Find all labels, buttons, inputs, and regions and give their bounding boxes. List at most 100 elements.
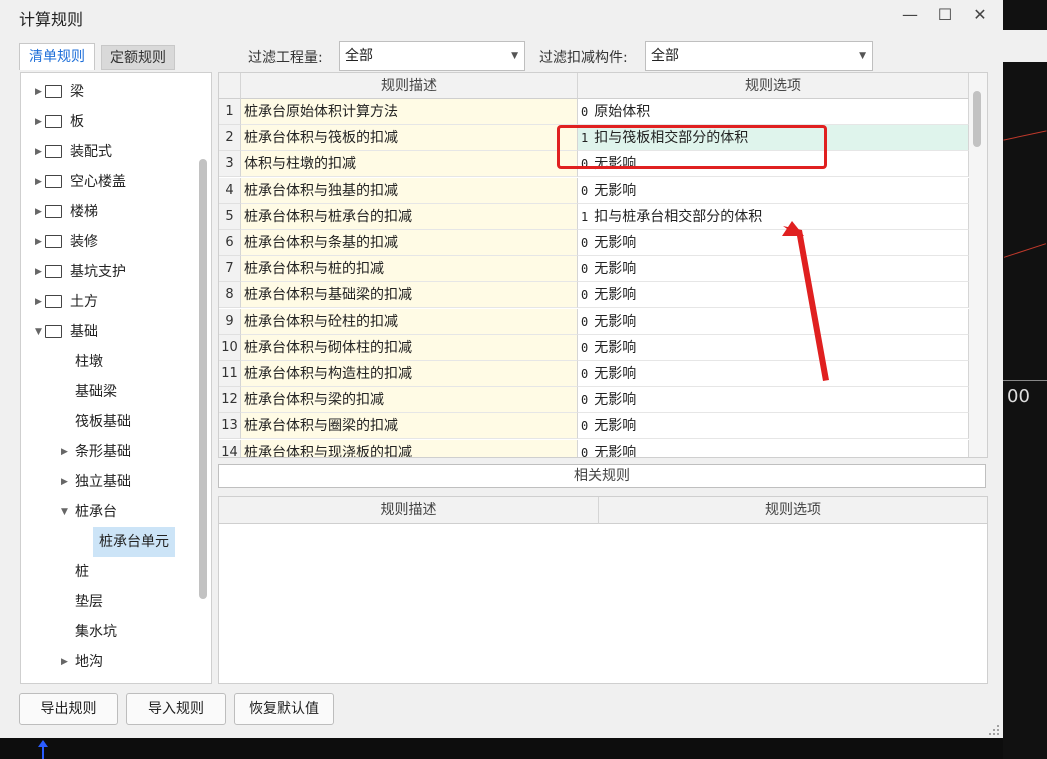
folder-icon (45, 84, 62, 98)
import-rules-button[interactable]: 导入规则 (126, 693, 226, 725)
expand-arrow-icon[interactable]: ▶ (35, 227, 45, 257)
rule-option[interactable]: 0 无影响 (578, 230, 969, 256)
tree-item-slab[interactable]: ▶ 板 (35, 107, 84, 137)
rule-description[interactable]: 桩承台体积与桩承台的扣减 (241, 203, 578, 230)
rule-option[interactable]: 0 无影响 (578, 256, 969, 283)
rule-option-text: 无影响 (594, 418, 637, 435)
tree-item-trench[interactable]: ▶ 地沟 (61, 647, 103, 677)
chevron-down-icon: ▼ (511, 51, 518, 61)
rule-option[interactable]: 0 无影响 (578, 361, 969, 387)
tree-item-pile-cap-unit[interactable]: 桩承台单元 (93, 527, 175, 557)
component-tree[interactable]: ▶ 梁 ▶ 板 ▶ 装配式 ▶ 空心楼盖 ▶ 楼梯 ▶ 装修 ▶ 基坑支护 ▶ 土方 ▼ 基础 柱… (20, 72, 212, 684)
title-bar[interactable]: 计算规则 — ☐ ✕ (0, 0, 1003, 32)
expand-arrow-icon[interactable]: ▶ (61, 437, 71, 467)
tree-item-pile-cap[interactable]: ▼ 桩承台 (61, 497, 117, 527)
tab-quota-rules[interactable]: 定额规则 (101, 45, 175, 70)
row-number: 6 (219, 230, 241, 256)
restore-defaults-button[interactable]: 恢复默认值 (234, 693, 334, 725)
rule-option-text: 无影响 (594, 287, 637, 304)
rule-option[interactable]: 0 无影响 (578, 177, 969, 204)
filter-component-select[interactable]: 全部 ▼ (645, 41, 873, 71)
related-rules-bar[interactable]: 相关规则 (218, 464, 986, 488)
table-row[interactable]: 1 桩承台原始体积计算方法 0 原始体积 (219, 99, 969, 125)
rule-option[interactable]: 0 无影响 (578, 334, 969, 361)
related-rules-grid[interactable]: 规则描述 规则选项 (218, 496, 988, 684)
maximize-button[interactable]: ☐ (932, 4, 958, 26)
tree-item-strip-foundation[interactable]: ▶ 条形基础 (61, 437, 131, 467)
expand-arrow-icon[interactable]: ▶ (35, 167, 45, 197)
rule-option[interactable]: 0 无影响 (578, 413, 969, 440)
tree-item-raft-foundation[interactable]: 筏板基础 (75, 407, 131, 437)
expand-arrow-icon[interactable]: ▶ (35, 77, 45, 107)
rule-description[interactable]: 桩承台体积与筏板的扣减 (241, 125, 578, 152)
rule-description[interactable]: 体积与柱墩的扣减 (241, 151, 578, 178)
collapse-arrow-icon[interactable]: ▼ (35, 317, 45, 347)
tree-item-sump-pit[interactable]: 集水坑 (75, 617, 117, 647)
rule-option[interactable]: 0 无影响 (578, 387, 969, 414)
rule-description[interactable]: 桩承台体积与构造柱的扣减 (241, 361, 578, 387)
table-row[interactable]: 10 桩承台体积与砌体柱的扣减 0 无影响 (219, 334, 969, 361)
tree-item-cushion[interactable]: 垫层 (75, 587, 103, 617)
rule-description[interactable]: 桩承台体积与砼柱的扣减 (241, 308, 578, 335)
rule-description[interactable]: 桩承台体积与基础梁的扣减 (241, 282, 578, 309)
resize-grip-icon[interactable] (988, 724, 1000, 736)
table-row[interactable]: 8 桩承台体积与基础梁的扣减 0 无影响 (219, 282, 969, 309)
chevron-down-icon: ▼ (859, 51, 866, 61)
tree-item-decoration[interactable]: ▶ 装修 (35, 227, 98, 257)
filter-quantity-select[interactable]: 全部 ▼ (339, 41, 525, 71)
tree-item-isolated-foundation[interactable]: ▶ 独立基础 (61, 467, 131, 497)
filter-component-value: 全部 (651, 48, 679, 64)
tree-item-foundation[interactable]: ▼ 基础 (35, 317, 98, 347)
rule-description[interactable]: 桩承台原始体积计算方法 (241, 99, 578, 125)
close-button[interactable]: ✕ (967, 4, 993, 26)
rule-option[interactable]: 0 原始体积 (578, 99, 969, 125)
row-number: 7 (219, 256, 241, 283)
minimize-button[interactable]: — (897, 4, 923, 26)
tree-item-pile[interactable]: 桩 (75, 557, 89, 587)
tree-item-column-pier[interactable]: 柱墩 (75, 347, 103, 377)
table-row[interactable]: 6 桩承台体积与条基的扣减 0 无影响 (219, 230, 969, 256)
expand-arrow-icon[interactable]: ▶ (61, 647, 71, 677)
collapse-arrow-icon[interactable]: ▼ (61, 497, 71, 527)
expand-arrow-icon[interactable]: ▶ (35, 137, 45, 167)
expand-arrow-icon[interactable]: ▶ (35, 257, 45, 287)
tree-item-beam[interactable]: ▶ 梁 (35, 77, 84, 107)
tree-item-foundation-beam[interactable]: 基础梁 (75, 377, 117, 407)
expand-arrow-icon[interactable]: ▶ (35, 197, 45, 227)
rule-description[interactable]: 桩承台体积与独基的扣减 (241, 177, 578, 204)
expand-arrow-icon[interactable]: ▶ (35, 107, 45, 137)
tab-bill-rules[interactable]: 清单规则 (19, 43, 95, 70)
table-row[interactable]: 5 桩承台体积与桩承台的扣减 1 扣与桩承台相交部分的体积 (219, 203, 969, 230)
table-row[interactable]: 14 桩承台体积与现浇板的扣减 0 无影响 (219, 439, 969, 457)
rule-option[interactable]: 0 无影响 (578, 439, 969, 457)
table-row[interactable]: 9 桩承台体积与砼柱的扣减 0 无影响 (219, 308, 969, 335)
tree-item-pit-support[interactable]: ▶ 基坑支护 (35, 257, 126, 287)
tree-scrollbar[interactable] (199, 159, 207, 599)
tree-item-stairs[interactable]: ▶ 楼梯 (35, 197, 98, 227)
rule-option[interactable]: 0 无影响 (578, 282, 969, 309)
rule-description[interactable]: 桩承台体积与圈梁的扣减 (241, 413, 578, 440)
tree-item-hollow-floor[interactable]: ▶ 空心楼盖 (35, 167, 126, 197)
rule-description[interactable]: 桩承台体积与梁的扣减 (241, 387, 578, 414)
rule-option-text: 原始体积 (594, 104, 651, 120)
rule-option[interactable]: 1 扣与桩承台相交部分的体积 (578, 203, 969, 230)
table-row[interactable]: 11 桩承台体积与构造柱的扣减 0 无影响 (219, 361, 969, 387)
rule-description[interactable]: 桩承台体积与砌体柱的扣减 (241, 334, 578, 361)
grid-header-description[interactable]: 规则描述 (241, 73, 578, 99)
rule-description[interactable]: 桩承台体积与现浇板的扣减 (241, 439, 578, 457)
table-row[interactable]: 12 桩承台体积与梁的扣减 0 无影响 (219, 387, 969, 414)
expand-arrow-icon[interactable]: ▶ (35, 287, 45, 317)
rule-option[interactable]: 0 无影响 (578, 308, 969, 335)
grid-scrollbar[interactable] (973, 91, 981, 147)
table-row[interactable]: 4 桩承台体积与独基的扣减 0 无影响 (219, 177, 969, 204)
rule-description[interactable]: 桩承台体积与条基的扣减 (241, 230, 578, 256)
table-row[interactable]: 13 桩承台体积与圈梁的扣减 0 无影响 (219, 413, 969, 440)
tree-item-earthwork[interactable]: ▶ 土方 (35, 287, 98, 317)
tree-item-prefab[interactable]: ▶ 装配式 (35, 137, 112, 167)
expand-arrow-icon[interactable]: ▶ (61, 467, 71, 497)
export-rules-button[interactable]: 导出规则 (19, 693, 118, 725)
grid-header-option[interactable]: 规则选项 (578, 73, 969, 99)
table-row[interactable]: 7 桩承台体积与桩的扣减 0 无影响 (219, 256, 969, 283)
background-toolbar-strip (1003, 30, 1047, 62)
rule-description[interactable]: 桩承台体积与桩的扣减 (241, 256, 578, 283)
